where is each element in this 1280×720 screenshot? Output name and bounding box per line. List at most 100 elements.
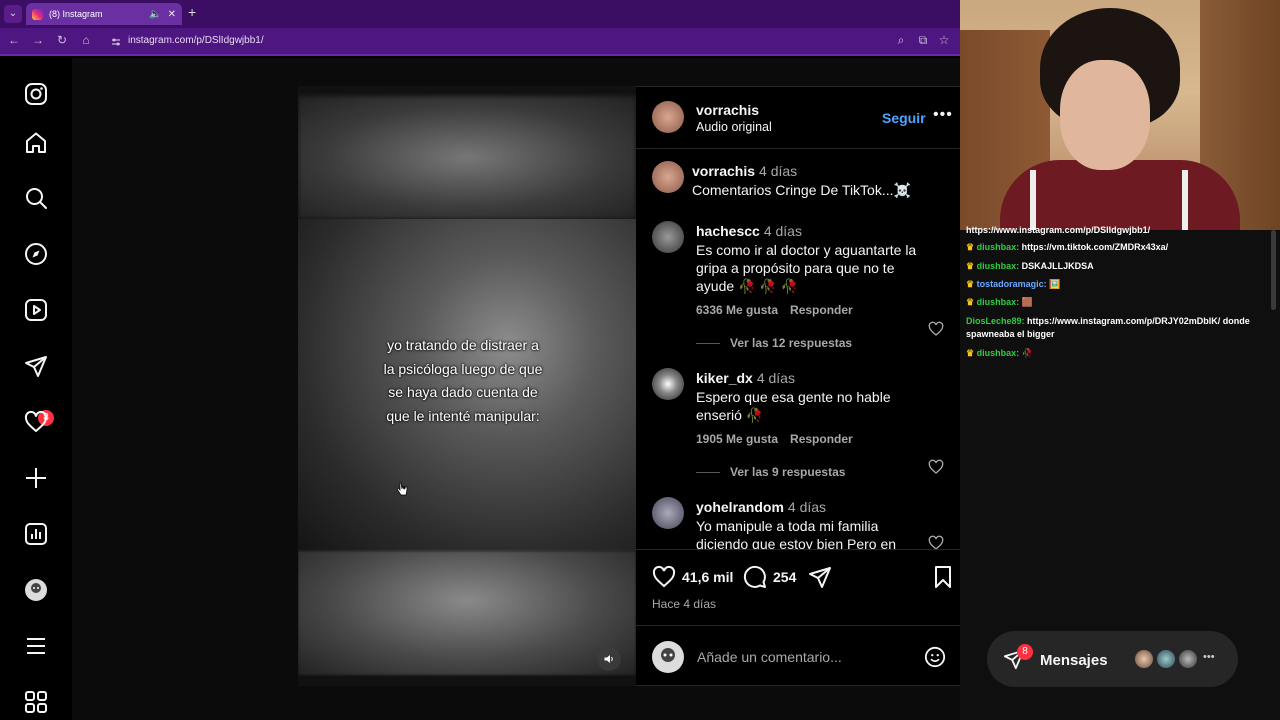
- browser-address-bar: ← → ↻ ⌂ instagram.com/p/DSlIdgwjbb1/ ⌕ ⧉…: [0, 28, 960, 56]
- chat-text: 🖼️: [1049, 279, 1061, 289]
- comment-username[interactable]: hachescc: [696, 223, 760, 239]
- browser-tab-instagram[interactable]: (8) Instagram 🔈 ✕: [26, 3, 182, 25]
- chat-username: tostadoramagic:: [976, 279, 1047, 289]
- comment-time: 4 días: [763, 223, 802, 239]
- comment-meta: 1905 Me gusta Responder: [696, 432, 920, 446]
- comment-username[interactable]: yohelrandom: [696, 499, 784, 515]
- view-replies-button[interactable]: Ver las 12 respuestas: [696, 336, 852, 350]
- site-info-icon[interactable]: [111, 37, 121, 47]
- comment-time: 4 días: [756, 370, 795, 386]
- chat-text: 🟫: [1021, 297, 1033, 307]
- replies-label: Ver las 9 respuestas: [730, 465, 846, 479]
- avatar: [1177, 648, 1199, 670]
- list-item: kiker_dx 4 días Espero que esa gente no h…: [696, 370, 920, 446]
- chat-text: https://vm.tiktok.com/ZMDRx43xa/: [1021, 242, 1169, 252]
- tab-list-button[interactable]: ⌄: [4, 5, 22, 23]
- follow-button[interactable]: Seguir: [882, 110, 926, 126]
- reload-icon[interactable]: ↻: [54, 33, 70, 47]
- more-options-icon[interactable]: •••: [933, 106, 953, 124]
- explore-compass-icon[interactable]: [20, 238, 52, 270]
- chat-scrollbar[interactable]: [1271, 230, 1276, 310]
- reels-icon[interactable]: [20, 294, 52, 326]
- cam-face: [1060, 60, 1150, 170]
- comments-count: 254: [773, 569, 797, 585]
- share-button[interactable]: [808, 565, 832, 589]
- speaker-icon: [604, 655, 613, 663]
- home-icon[interactable]: ⌂: [78, 33, 94, 47]
- comment-username[interactable]: kiker_dx: [696, 370, 753, 386]
- add-comment-bar: Añade un comentario...: [636, 625, 971, 687]
- comment-avatar[interactable]: [652, 221, 684, 253]
- comment-text: Yo manipule a toda mi familia diciendo q…: [696, 518, 897, 549]
- comment-avatar[interactable]: [652, 497, 684, 529]
- likes-count: 41,6 mil: [682, 569, 734, 585]
- share-paper-plane-icon: [809, 567, 831, 588]
- avatar: [1133, 648, 1155, 670]
- reply-button[interactable]: Responder: [790, 432, 853, 446]
- comment-button[interactable]: 254: [743, 565, 796, 589]
- instagram-logo-icon[interactable]: [20, 78, 52, 110]
- video-frame-bottom: [298, 551, 636, 675]
- url-field[interactable]: instagram.com/p/DSlIdgwjbb1/: [128, 35, 264, 46]
- cam-shirt: [1000, 160, 1240, 230]
- bookmark-star-icon[interactable]: ☆: [936, 33, 952, 47]
- tab-close-icon[interactable]: ✕: [168, 9, 176, 20]
- comment-likes[interactable]: 6336 Me gusta: [696, 303, 778, 317]
- messages-button[interactable]: 8 Mensajes •••: [987, 631, 1238, 687]
- hand-cursor-icon: [396, 482, 408, 496]
- own-avatar: [652, 641, 684, 673]
- reply-button[interactable]: Responder: [790, 303, 853, 317]
- tab-audio-icon[interactable]: 🔈: [149, 9, 161, 20]
- crown-icon: ♛: [966, 261, 975, 271]
- view-replies-button[interactable]: Ver las 9 respuestas: [696, 465, 845, 479]
- zoom-icon[interactable]: ⌕: [893, 33, 909, 48]
- comment-time: 4 días: [787, 499, 827, 515]
- more-menu-icon[interactable]: [20, 630, 52, 662]
- home-nav-icon[interactable]: [20, 127, 52, 159]
- search-icon[interactable]: [20, 182, 52, 214]
- audio-label[interactable]: Audio original: [696, 120, 772, 134]
- reel-video[interactable]: yo tratando de distraer a la psicóloga l…: [298, 86, 636, 686]
- emoji-icon[interactable]: [924, 646, 946, 668]
- profile-avatar-icon[interactable]: [20, 574, 52, 606]
- chat-message: https://www.instagram.com/p/DSlIdgwjbb1/: [966, 224, 1266, 237]
- author-username[interactable]: vorrachis: [696, 102, 759, 118]
- comment-input[interactable]: Añade un comentario...: [697, 649, 842, 665]
- comment-username[interactable]: vorrachis: [692, 163, 755, 179]
- comment-avatar[interactable]: [652, 368, 684, 400]
- back-icon[interactable]: ←: [6, 33, 22, 47]
- video-frame-top: [298, 96, 636, 219]
- also-from-meta-icon[interactable]: [20, 686, 52, 718]
- chat-username: diushbax:: [976, 297, 1020, 307]
- direct-messages-icon[interactable]: [20, 350, 52, 382]
- new-tab-button[interactable]: +: [188, 4, 196, 20]
- like-comment-icon[interactable]: [928, 535, 944, 549]
- mute-button[interactable]: [597, 647, 621, 671]
- notifications-heart-icon[interactable]: [20, 406, 52, 438]
- insights-chart-icon[interactable]: [20, 518, 52, 550]
- chat-username: diushbax:: [976, 348, 1020, 358]
- cam-stripe: [1030, 170, 1036, 230]
- chat-message: ♛ tostadoramagic: 🖼️: [966, 278, 1266, 291]
- chat-message: ♛ diushbax: https://vm.tiktok.com/ZMDRx4…: [966, 241, 1266, 254]
- create-plus-icon[interactable]: [20, 462, 52, 494]
- comment-avatar[interactable]: [652, 161, 684, 193]
- chat-text: https://www.instagram.com/p/DSlIdgwjbb1/: [966, 225, 1151, 235]
- save-button[interactable]: [931, 565, 955, 589]
- author-avatar[interactable]: [652, 101, 684, 133]
- instagram-sidebar: 8: [0, 58, 72, 720]
- like-comment-icon[interactable]: [928, 321, 944, 337]
- messages-label: Mensajes: [1040, 652, 1108, 669]
- like-button[interactable]: 41,6 mil: [652, 565, 733, 589]
- comment-meta: 6336 Me gusta Responder: [696, 303, 920, 317]
- forward-icon[interactable]: →: [30, 33, 46, 47]
- crown-icon: ♛: [966, 279, 975, 289]
- chat-message: ♛ diushbax: 🥀: [966, 347, 1266, 360]
- like-comment-icon[interactable]: [928, 459, 944, 475]
- posted-time[interactable]: Hace 4 días: [652, 597, 716, 611]
- comment-likes[interactable]: 1905 Me gusta: [696, 432, 778, 446]
- crown-icon: ♛: [966, 242, 975, 252]
- avatar: [1155, 648, 1177, 670]
- instagram-favicon-icon: [32, 8, 43, 20]
- install-app-icon[interactable]: ⧉: [915, 33, 931, 48]
